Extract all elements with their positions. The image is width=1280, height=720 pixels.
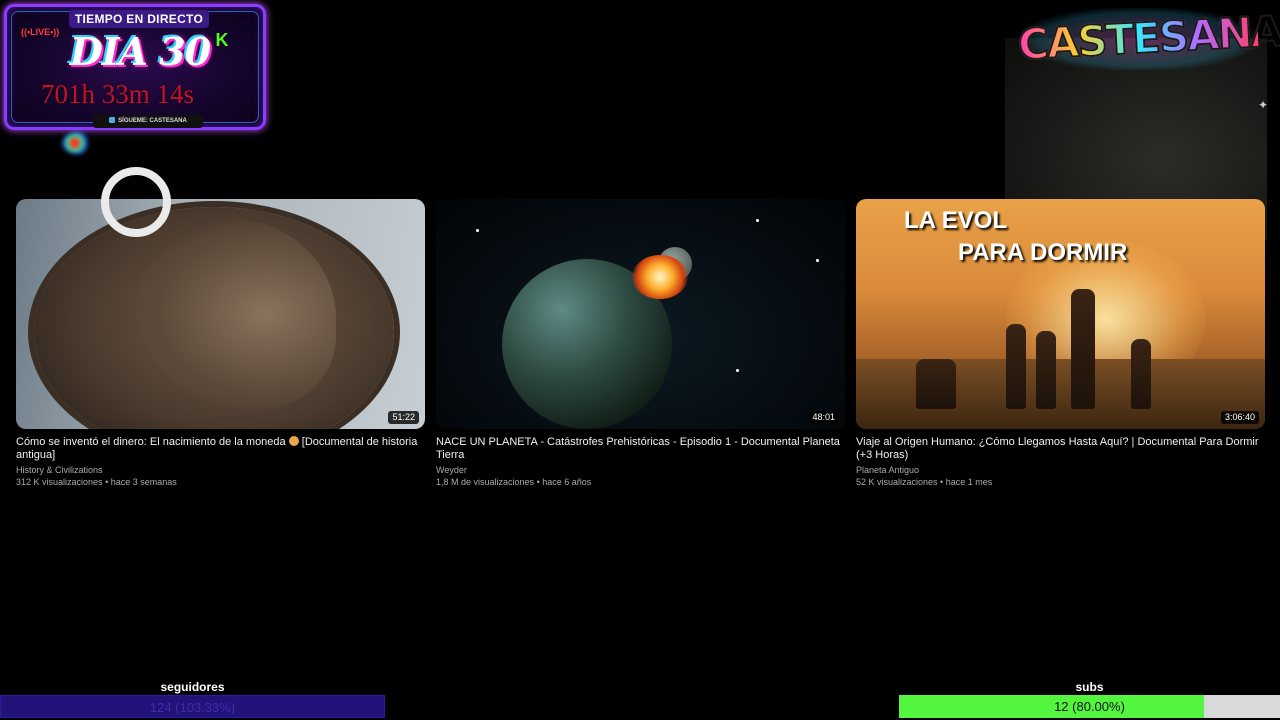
cursor-ring-icon: [101, 167, 171, 237]
video-title[interactable]: NACE UN PLANETA - Catástrofes Prehistóri…: [436, 436, 845, 462]
subs-goal-bar: 12 (80.00%): [899, 695, 1280, 718]
star: [736, 369, 739, 372]
video-thumbnail[interactable]: LA EVOL PARA DORMIR 3:06:40: [856, 199, 1265, 429]
rgb-light-icon: [62, 132, 94, 154]
channel-name[interactable]: Weyder: [436, 464, 845, 476]
video-card[interactable]: 48:01 NACE UN PLANETA - Catástrofes Preh…: [436, 199, 845, 488]
video-thumbnail[interactable]: 48:01: [436, 199, 845, 429]
followers-goal-label: seguidores: [160, 680, 225, 694]
sparkle-icon: ✦: [1258, 98, 1269, 112]
timer-header: TIEMPO EN DIRECTO: [69, 10, 209, 28]
human-figure: [1071, 289, 1095, 409]
human-figure: [1131, 339, 1151, 409]
elephant-figure: [916, 359, 956, 409]
social-icon: [109, 117, 116, 124]
channel-logo: CASTESANA: [1016, 0, 1280, 80]
video-meta: 312 K visualizaciones • hace 3 semanas: [16, 477, 177, 487]
subs-goal-text: 12 (80.00%): [1054, 699, 1125, 714]
followers-goal-text: 124 (103.33%): [149, 700, 236, 715]
channel-name[interactable]: Planeta Antiguo: [856, 464, 1265, 476]
subs-goal-label: subs: [1075, 680, 1104, 694]
video-title[interactable]: Cómo se inventó el dinero: El nacimiento…: [16, 436, 425, 462]
star: [756, 219, 759, 222]
day-counter: DIA 30: [69, 29, 211, 74]
video-title[interactable]: Viaje al Origen Humano: ¿Cómo Llegamos H…: [856, 436, 1265, 462]
video-meta: 52 K visualizaciones • hace 1 mes: [856, 477, 993, 487]
human-figure: [1006, 324, 1026, 409]
duration-badge: 48:01: [808, 411, 839, 424]
thumbnail-caption: PARA DORMIR: [958, 239, 1128, 266]
kick-icon: K: [215, 30, 229, 50]
channel-name[interactable]: History & Civilizations: [16, 464, 425, 476]
uptime-counter: 701h 33m 14s: [41, 79, 195, 109]
video-card[interactable]: LA EVOL PARA DORMIR 3:06:40 Viaje al Ori…: [856, 199, 1265, 488]
video-card[interactable]: 51:22 Cómo se inventó el dinero: El naci…: [16, 199, 425, 488]
live-badge: ((•LIVE•)): [21, 27, 60, 37]
human-figure: [1036, 331, 1056, 409]
duration-badge: 3:06:40: [1220, 411, 1259, 424]
follow-strip: SÍGUEME: CASTESANA: [93, 115, 203, 128]
duration-badge: 51:22: [388, 411, 419, 424]
impact-explosion: [632, 255, 688, 299]
video-meta: 1,8 M de visualizaciones • hace 6 años: [436, 477, 592, 487]
followers-goal-bar: 124 (103.33%): [0, 695, 385, 718]
follow-text: SÍGUEME: CASTESANA: [118, 118, 187, 124]
coin-emoji-icon: [288, 436, 299, 446]
video-thumbnail[interactable]: 51:22: [16, 199, 425, 429]
star: [476, 229, 479, 232]
thumbnail-caption: LA EVOL: [904, 207, 1008, 234]
star: [816, 259, 819, 262]
stream-timer-panel: TIEMPO EN DIRECTO ((•LIVE•)) DIA 30 K 70…: [4, 4, 266, 130]
